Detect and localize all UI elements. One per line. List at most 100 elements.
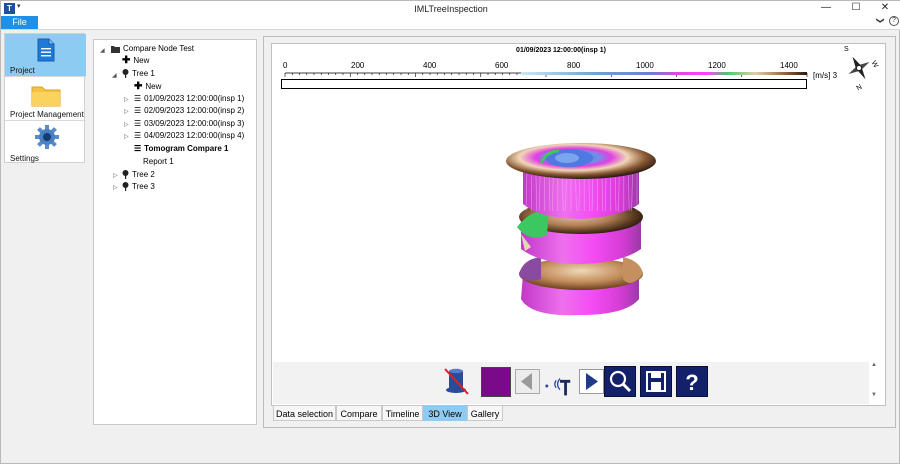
tomogram-3d-model[interactable]	[501, 139, 661, 324]
tree-node-label: Tree 2	[132, 170, 155, 179]
collapse-arrow-icon[interactable]: ◢	[100, 47, 105, 54]
expand-arrow-icon[interactable]: ▷	[124, 108, 129, 115]
scale-tick-label: 600	[495, 61, 509, 70]
tree-node-inspection[interactable]: ☰ 02/09/2023 12:00:00(insp 2)	[134, 105, 244, 117]
tree-node-label: Tree 3	[132, 182, 155, 191]
nav-label-settings: Settings	[10, 154, 39, 163]
scroll-down-arrow[interactable]: ▼	[871, 392, 877, 398]
tree-node-label: 01/09/2023 12:00:00(insp 1)	[144, 94, 245, 104]
gear-icon	[35, 125, 59, 149]
tab-timeline[interactable]: Timeline	[382, 405, 423, 421]
tree-icon	[122, 69, 129, 79]
tab-compare[interactable]: Compare	[336, 405, 382, 421]
tab-3d-view[interactable]: 3D View	[423, 405, 467, 421]
tree-node-root-new[interactable]: ✚ New	[122, 55, 149, 67]
tab-gallery[interactable]: Gallery	[467, 405, 503, 421]
table-icon: ☰	[134, 106, 142, 115]
tree-node-label: Tree 1	[132, 69, 155, 78]
app-window: T ▾ IMLTreeInspection — ☐ ✕ File ❯ ? Pro…	[0, 0, 900, 464]
scale-tick-label: 1000	[636, 61, 654, 70]
window-title: IMLTreeInspection	[414, 4, 488, 14]
help-icon[interactable]: ?	[889, 16, 899, 26]
scale-tick-label: 1200	[708, 61, 726, 70]
scroll-up-arrow[interactable]: ▲	[871, 362, 877, 368]
viewer-scrollbar[interactable]: ▲ ▼	[870, 361, 880, 406]
tree-node-inspection[interactable]: ☰ 01/09/2023 12:00:00(insp 1)	[134, 93, 244, 105]
ribbon-bar: File ❯ ?	[1, 16, 900, 29]
expand-arrow-icon[interactable]: ▷	[124, 133, 129, 140]
scale-tick-label: 400	[423, 61, 437, 70]
expand-arrow-icon[interactable]: ▷	[124, 121, 129, 128]
compass-south-label: S	[844, 46, 849, 53]
arrow-right-icon	[586, 373, 598, 390]
project-folder-icon	[111, 45, 120, 53]
plus-icon: ✚	[134, 81, 143, 92]
nav-item-project[interactable]: Project	[5, 34, 86, 77]
title-bar: T ▾ IMLTreeInspection — ☐ ✕	[1, 1, 900, 16]
expand-arrow-icon[interactable]: ▷	[113, 184, 118, 191]
ribbon-divider	[1, 29, 900, 30]
expand-arrow-icon[interactable]: ▷	[113, 172, 118, 179]
plus-icon: ✚	[122, 55, 131, 66]
scale-unit-label: [m/s] 3.	[813, 71, 839, 80]
question-mark-icon: ?	[685, 370, 698, 395]
tree-node-tree1[interactable]: Tree 1	[122, 68, 155, 80]
tree-node-label: 04/09/2023 12:00:00(insp 4)	[144, 131, 245, 141]
scale-unit: [m/s]	[813, 71, 831, 80]
compass[interactable]: S W N	[837, 45, 881, 91]
project-tree: ◢ Compare Node Test ✚ New ◢ Tree 1 ✚ New ▷…	[93, 39, 257, 425]
minimize-button[interactable]: —	[811, 1, 841, 16]
arrow-left-icon	[521, 373, 532, 390]
tree-node-tree2[interactable]: Tree 2	[122, 169, 155, 181]
tree-node-label: 03/09/2023 12:00:00(insp 3)	[144, 119, 245, 129]
save-button[interactable]	[640, 366, 672, 397]
tree-node-label: Compare Node Test	[123, 44, 194, 53]
expand-arrow-icon[interactable]: ▷	[124, 96, 129, 103]
collapse-arrow-icon[interactable]: ◢	[112, 72, 117, 79]
tree-node-tree1-new[interactable]: ✚ New	[134, 81, 161, 93]
nav-label-project-management: Project Management	[10, 110, 84, 119]
scale-tick-label: 200	[351, 61, 365, 70]
tree-node-report[interactable]: Report 1	[143, 156, 174, 168]
help-button[interactable]: ?	[676, 366, 708, 397]
document-icon	[37, 38, 55, 62]
tree-icon	[122, 170, 129, 180]
table-icon: ☰	[134, 119, 142, 128]
tree-node-tree3[interactable]: Tree 3	[122, 181, 155, 193]
zoom-button[interactable]	[604, 366, 636, 397]
maximize-button[interactable]: ☐	[841, 1, 871, 16]
tree-node-label: New	[145, 82, 162, 92]
tree-node-label: New	[133, 56, 150, 66]
nav-item-project-management[interactable]: Project Management	[5, 78, 86, 121]
scale-tick-label: 800	[567, 61, 581, 70]
tree-node-tomogram[interactable]: ☰ Tomogram Compare 1	[134, 143, 228, 155]
folder-icon	[31, 86, 61, 107]
tree-icon	[122, 182, 129, 192]
ribbon-collapse-icon[interactable]: ❯	[876, 17, 885, 24]
table-icon: ☰	[134, 94, 142, 103]
tree-node-label: Report 1	[143, 157, 174, 166]
close-button[interactable]: ✕	[870, 1, 900, 16]
tree-node-root[interactable]: Compare Node Test	[111, 43, 194, 55]
nav-item-settings[interactable]: Settings	[5, 121, 86, 164]
nav-label-project: Project	[10, 66, 35, 75]
tree-node-inspection[interactable]: ☰ 04/09/2023 12:00:00(insp 4)	[134, 130, 244, 142]
tree-node-label: Tomogram Compare 1	[144, 144, 229, 154]
floppy-disk-icon	[646, 371, 666, 392]
velocity-color-scale	[281, 72, 808, 89]
scale-tick-label: 1400	[780, 61, 798, 70]
next-button[interactable]	[579, 369, 604, 394]
previous-button[interactable]	[515, 369, 540, 394]
scale-tick-label: 0	[283, 61, 288, 70]
svg-text:?: ?	[685, 370, 698, 395]
table-icon: ☰	[134, 144, 142, 153]
color-swatch[interactable]	[481, 367, 511, 397]
table-icon: ☰	[134, 131, 142, 140]
sensor-wave-icon[interactable]	[544, 371, 574, 401]
tab-data-selection[interactable]: Data selection	[273, 405, 336, 421]
tree-node-label: 02/09/2023 12:00:00(insp 2)	[144, 106, 245, 116]
navigation-pane: Project Project Management Settings	[4, 33, 86, 164]
file-tab[interactable]: File	[1, 16, 38, 29]
tree-node-inspection[interactable]: ☰ 03/09/2023 12:00:00(insp 3)	[134, 118, 244, 130]
layer-hidden-icon[interactable]	[441, 366, 471, 396]
